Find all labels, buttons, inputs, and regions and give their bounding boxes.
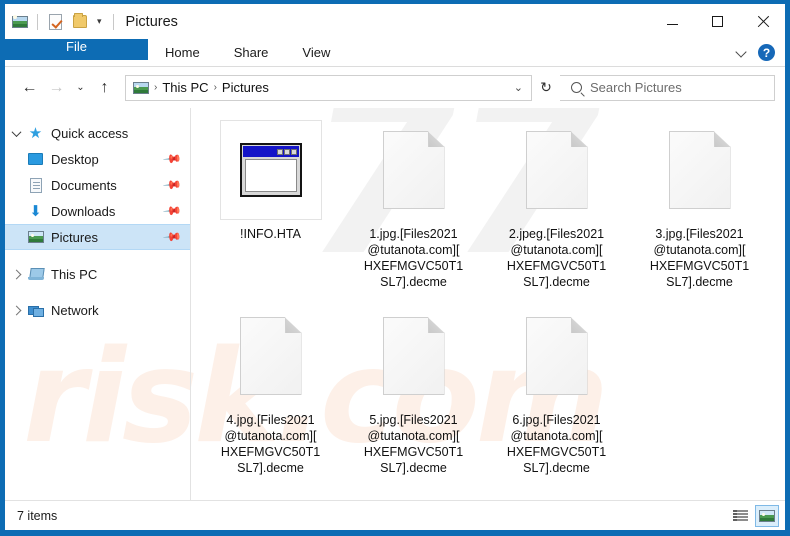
pin-icon[interactable]: 📌 — [162, 149, 182, 169]
pictures-icon — [27, 229, 44, 246]
breadcrumb-item-pictures[interactable]: Pictures — [222, 80, 269, 95]
file-explorer-window: ▾ Pictures File Home Share View ? ← → ⌄ … — [0, 0, 790, 536]
sidebar-label-desktop: Desktop — [51, 151, 99, 167]
forward-button: → — [48, 78, 65, 96]
blank-document-icon — [363, 306, 465, 406]
file-name: 3.jpg.[Files2021 @tutanota.com][ HXEFMGV… — [649, 227, 750, 289]
file-item[interactable]: 6.jpg.[Files2021 @tutanota.com][ HXEFMGV… — [485, 302, 628, 482]
chevron-right-icon[interactable] — [5, 271, 27, 278]
file-name: 1.jpg.[Files2021 @tutanota.com][ HXEFMGV… — [363, 227, 464, 289]
recent-locations-button[interactable]: ⌄ — [71, 75, 90, 100]
blank-document-icon — [649, 120, 751, 220]
sidebar-label-downloads: Downloads — [51, 203, 116, 219]
file-name: 4.jpg.[Files2021 @tutanota.com][ HXEFMGV… — [220, 413, 321, 475]
file-item[interactable]: 3.jpg.[Files2021 @tutanota.com][ HXEFMGV… — [628, 116, 771, 296]
file-item[interactable]: 2.jpeg.[Files2021 @tutanota.com][ HXEFMG… — [485, 116, 628, 296]
this-pc-icon — [27, 266, 44, 283]
sidebar-label-quick-access: Quick access — [51, 125, 129, 141]
pictures-folder-icon[interactable] — [11, 13, 28, 30]
help-icon[interactable]: ? — [758, 44, 775, 61]
tab-home[interactable]: Home — [148, 39, 217, 66]
ribbon-right-controls: ? — [737, 39, 785, 66]
back-button[interactable]: ← — [17, 75, 42, 100]
file-item[interactable]: 4.jpg.[Files2021 @tutanota.com][ HXEFMGV… — [199, 302, 342, 482]
file-name: 5.jpg.[Files2021 @tutanota.com][ HXEFMGV… — [363, 413, 464, 475]
breadcrumb-separator-1: › — [213, 82, 217, 93]
downloads-icon: ⬇ — [29, 202, 42, 220]
file-grid: !INFO.HTA 1.jpg.[Files2021 @tutanota.com… — [199, 116, 785, 488]
file-name: 2.jpeg.[Files2021 @tutanota.com][ HXEFMG… — [506, 227, 607, 289]
navigation-pane: ★ Quick access Desktop 📌 Documents 📌 ⬇ D… — [5, 108, 191, 500]
up-button[interactable]: ↑ — [92, 75, 117, 100]
file-name: 6.jpg.[Files2021 @tutanota.com][ HXEFMGV… — [506, 413, 607, 475]
blank-document-icon — [506, 120, 608, 220]
window-title: Pictures — [125, 13, 178, 30]
toolbar-divider-2 — [112, 13, 114, 30]
file-item[interactable]: 1.jpg.[Files2021 @tutanota.com][ HXEFMGV… — [342, 116, 485, 296]
sidebar-item-desktop[interactable]: Desktop 📌 — [5, 146, 190, 172]
desktop-icon — [27, 151, 44, 168]
sidebar-item-pictures[interactable]: Pictures 📌 — [5, 224, 190, 250]
chevron-expanded-icon[interactable] — [5, 130, 27, 137]
sidebar-label-pictures: Pictures — [51, 229, 98, 245]
sidebar-label-this-pc: This PC — [51, 266, 98, 282]
documents-icon — [27, 177, 44, 194]
file-list-pane[interactable]: !INFO.HTA 1.jpg.[Files2021 @tutanota.com… — [191, 108, 785, 500]
tab-share[interactable]: Share — [217, 39, 286, 66]
network-icon — [27, 302, 44, 319]
view-toggle-group — [728, 504, 779, 527]
large-icons-view-button[interactable] — [755, 504, 779, 527]
sidebar-item-quick-access[interactable]: ★ Quick access — [5, 120, 190, 146]
minimize-button[interactable] — [650, 4, 695, 39]
blank-document-icon — [220, 306, 322, 406]
file-item[interactable]: 5.jpg.[Files2021 @tutanota.com][ HXEFMGV… — [342, 302, 485, 482]
breadcrumb-item-this-pc[interactable]: This PC — [162, 80, 208, 95]
title-bar: ▾ Pictures — [5, 4, 785, 39]
tab-file[interactable]: File — [5, 39, 148, 60]
file-item[interactable]: !INFO.HTA — [199, 116, 342, 296]
chevron-right-icon[interactable] — [5, 307, 27, 314]
search-icon — [571, 82, 582, 93]
item-count-label: 7 items — [17, 508, 58, 523]
window-controls — [650, 4, 785, 39]
close-button[interactable] — [740, 4, 785, 39]
breadcrumb-dropdown-icon[interactable]: ⌄ — [514, 81, 525, 94]
blank-document-icon — [363, 120, 465, 220]
explorer-body: 77 risk.com ★ Quick access Desktop 📌 Doc… — [5, 108, 785, 500]
pin-icon[interactable]: 📌 — [162, 201, 182, 221]
chevron-down-icon[interactable] — [737, 47, 748, 58]
refresh-button[interactable]: ↻ — [534, 75, 558, 101]
toolbar-divider — [37, 13, 38, 30]
customize-dropdown-icon[interactable]: ▾ — [95, 17, 104, 26]
address-bar: ← → ⌄ ↑ › This PC › Pictures ⌄ ↻ Search … — [5, 67, 785, 108]
properties-icon[interactable] — [47, 13, 64, 30]
sidebar-label-documents: Documents — [51, 177, 117, 193]
breadcrumb[interactable]: › This PC › Pictures ⌄ — [125, 74, 532, 101]
quick-access-toolbar: ▾ — [5, 13, 116, 30]
pin-icon[interactable]: 📌 — [162, 175, 182, 195]
file-name: !INFO.HTA — [240, 227, 301, 241]
hta-application-icon — [219, 120, 322, 220]
search-input[interactable]: Search Pictures — [560, 74, 775, 101]
breadcrumb-pictures-icon — [133, 81, 149, 94]
breadcrumb-separator-0: › — [154, 82, 158, 93]
new-folder-icon[interactable] — [71, 13, 88, 30]
blank-document-icon — [506, 306, 608, 406]
details-view-button[interactable] — [728, 505, 752, 527]
sidebar-item-network[interactable]: Network — [5, 297, 190, 323]
search-placeholder: Search Pictures — [590, 80, 682, 95]
sidebar-item-downloads[interactable]: ⬇ Downloads 📌 — [5, 198, 190, 224]
status-bar: 7 items — [5, 500, 785, 530]
sidebar-item-documents[interactable]: Documents 📌 — [5, 172, 190, 198]
sidebar-label-network: Network — [51, 302, 99, 318]
ribbon-tab-bar: File Home Share View ? — [5, 39, 785, 67]
star-icon: ★ — [28, 124, 43, 142]
maximize-button[interactable] — [695, 4, 740, 39]
pin-icon[interactable]: 📌 — [162, 227, 182, 247]
tab-view[interactable]: View — [285, 39, 347, 66]
sidebar-item-this-pc[interactable]: This PC — [5, 261, 190, 287]
